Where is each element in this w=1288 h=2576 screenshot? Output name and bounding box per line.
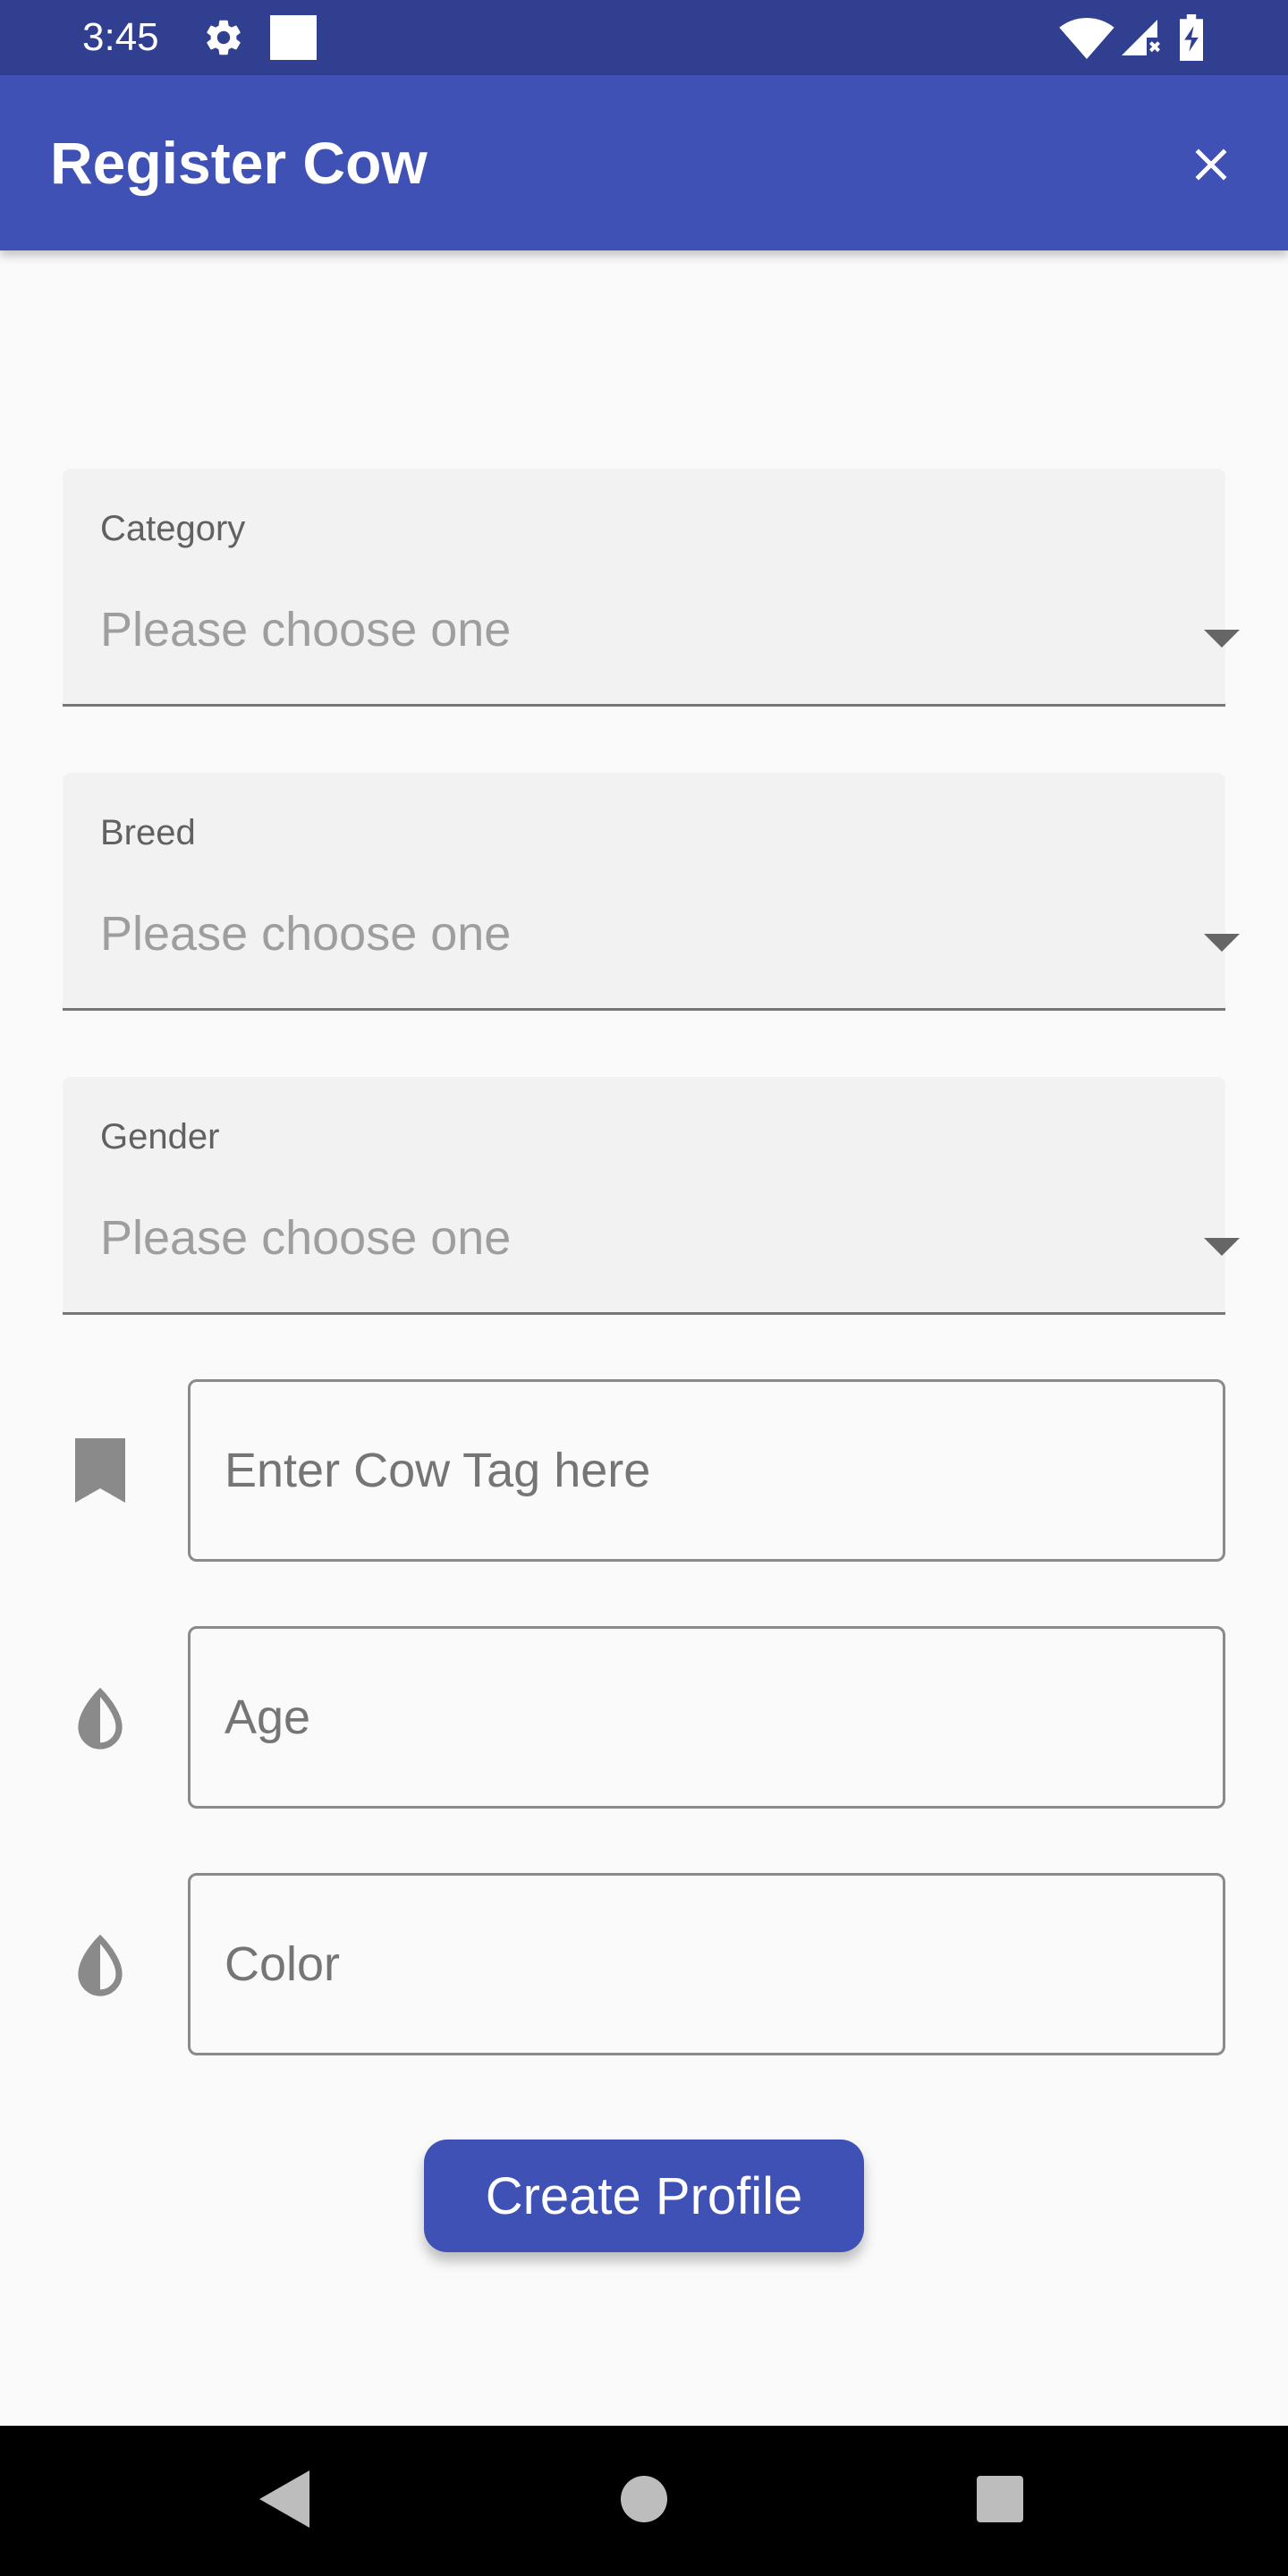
battery-charging-icon xyxy=(1180,14,1203,61)
create-profile-button[interactable]: Create Profile xyxy=(424,2140,864,2252)
signal-icon xyxy=(1122,20,1160,55)
color-field[interactable] xyxy=(188,1873,1225,2055)
age-field[interactable] xyxy=(188,1626,1225,1809)
status-bar: 3:45 xyxy=(0,0,1288,75)
bookmark-icon xyxy=(75,1438,125,1503)
category-dropdown[interactable]: Category Please choose one xyxy=(63,469,1240,707)
wifi-icon xyxy=(1059,18,1114,59)
drop-icon xyxy=(78,1934,123,1996)
back-icon[interactable] xyxy=(259,2470,309,2528)
gender-value: Please choose one xyxy=(100,1211,512,1265)
gender-dropdown[interactable]: Gender Please choose one xyxy=(63,1077,1240,1315)
category-value: Please choose one xyxy=(100,603,512,657)
app-bar: Register Cow xyxy=(0,75,1288,250)
gear-icon xyxy=(207,20,241,55)
chevron-down-icon xyxy=(1204,934,1240,952)
notification-square-icon xyxy=(270,15,317,60)
close-icon[interactable] xyxy=(1184,138,1238,191)
age-input[interactable] xyxy=(225,1629,1191,1806)
cow-tag-field[interactable] xyxy=(188,1379,1225,1562)
chevron-down-icon xyxy=(1204,630,1240,648)
navigation-bar xyxy=(0,2426,1288,2576)
chevron-down-icon xyxy=(1204,1238,1240,1256)
page-title: Register Cow xyxy=(50,130,428,196)
drop-icon xyxy=(78,1687,123,1750)
gender-label: Gender xyxy=(100,1117,220,1157)
color-input[interactable] xyxy=(225,1876,1191,2053)
recents-icon[interactable] xyxy=(977,2476,1023,2522)
breed-value: Please choose one xyxy=(100,907,512,961)
cow-tag-input[interactable] xyxy=(225,1382,1191,1559)
category-label: Category xyxy=(100,509,246,548)
breed-dropdown[interactable]: Breed Please choose one xyxy=(63,773,1240,1011)
home-icon[interactable] xyxy=(621,2476,667,2522)
status-time: 3:45 xyxy=(82,15,159,59)
breed-label: Breed xyxy=(100,813,196,852)
